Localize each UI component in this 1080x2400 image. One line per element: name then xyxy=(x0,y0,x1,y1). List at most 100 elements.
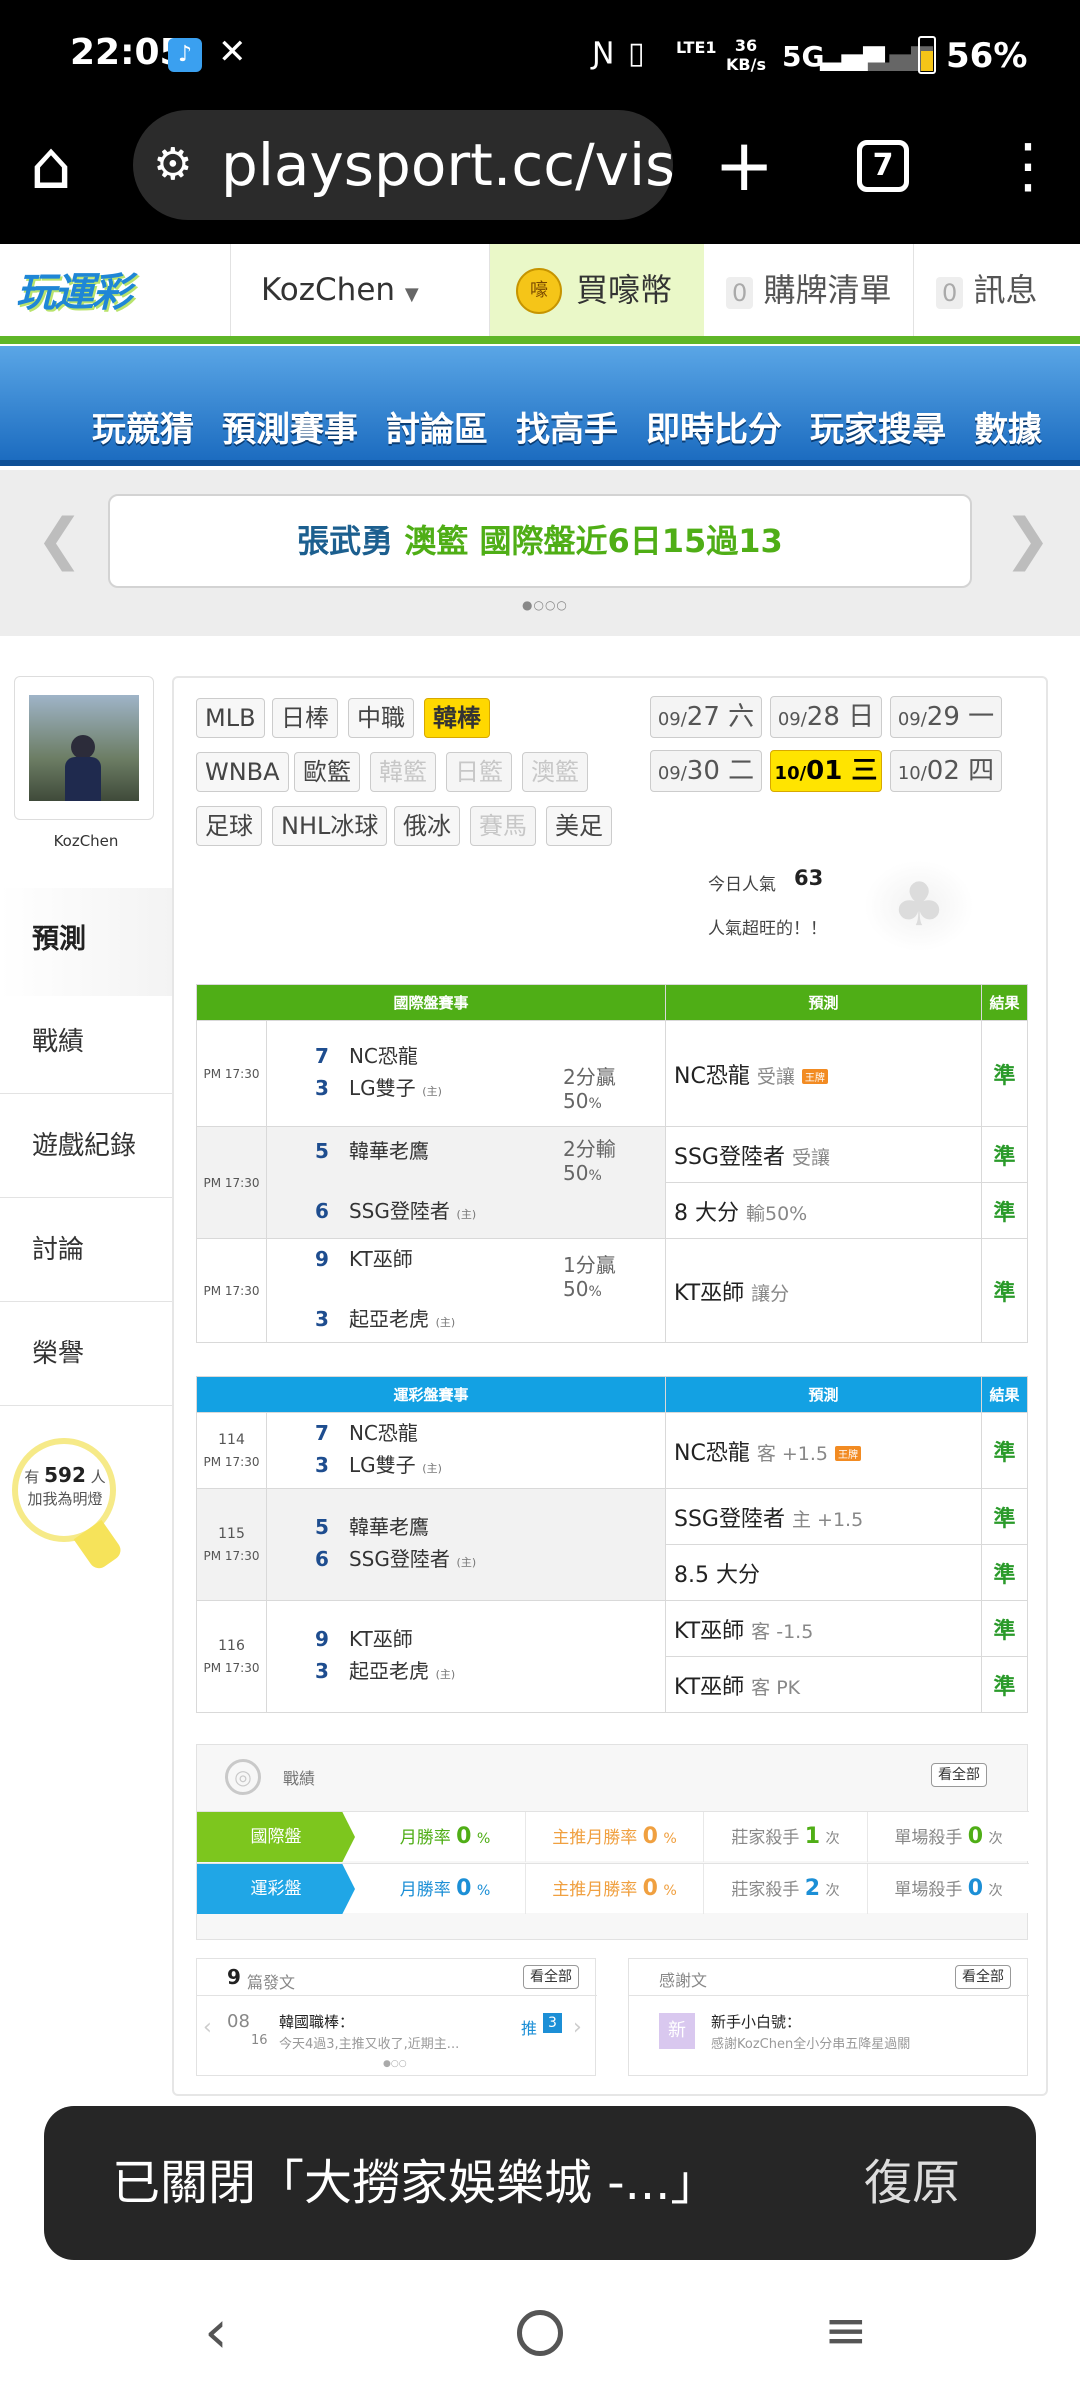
fans-suffix: 人 xyxy=(90,1468,106,1486)
post-title[interactable]: 韓國職棒： xyxy=(279,2011,354,2032)
odds-percent: 50 xyxy=(563,1089,589,1113)
site-settings-icon[interactable]: ⚙ xyxy=(153,110,192,220)
away-team[interactable]: 韓華老鷹 xyxy=(349,1139,429,1163)
nav-item-data[interactable]: 數據 xyxy=(974,402,1042,451)
chevron-left-icon[interactable]: ‹ xyxy=(203,2015,212,2040)
game-time: 115 PM 17:30 xyxy=(196,1488,267,1601)
league-tag-nfl[interactable]: 美足 xyxy=(546,806,612,846)
away-team[interactable]: KT巫師 xyxy=(349,1247,413,1271)
chevron-left-icon[interactable]: ❮ xyxy=(36,510,83,570)
home-team[interactable]: SSG登陸者 xyxy=(349,1199,450,1223)
main-nav: 玩競猜 預測賽事 討論區 找高手 即時比分 玩家搜尋 數據 xyxy=(0,346,1080,466)
thanks-view-all-button[interactable]: 看全部 xyxy=(955,1965,1011,1989)
away-number: 9 xyxy=(315,1626,329,1651)
banker-label: 莊家殺手 xyxy=(731,1828,800,1848)
avatar[interactable] xyxy=(14,676,154,820)
new-tab-icon[interactable]: + xyxy=(714,120,774,210)
league-tag-soccer[interactable]: 足球 xyxy=(196,806,262,846)
popularity-value: 63 xyxy=(794,866,824,890)
cart-link[interactable]: 0 購牌清單 xyxy=(704,244,914,336)
banner-slide[interactable]: 張武勇 澳籃 國際盤近6日15過13 xyxy=(108,494,972,588)
prediction-type: 輸50% xyxy=(746,1202,808,1225)
chevron-right-icon[interactable]: › xyxy=(573,2015,582,2040)
league-tag-cpbl[interactable]: 中職 xyxy=(348,698,414,738)
away-team[interactable]: KT巫師 xyxy=(349,1627,413,1651)
date-1001[interactable]: 10/01 三 xyxy=(770,750,882,792)
nav-item-forum[interactable]: 討論區 xyxy=(386,402,488,451)
date-0929[interactable]: 09/29 一 xyxy=(890,696,1002,738)
away-team[interactable]: 韓華老鷹 xyxy=(349,1515,429,1539)
prediction-type: 主 +1.5 xyxy=(791,1508,864,1531)
thanks-author[interactable]: 新手小白號： xyxy=(711,2011,801,2032)
home-icon[interactable]: ⌂ xyxy=(30,126,72,206)
date-weekday: 日 xyxy=(848,702,875,732)
record-label-intl: 國際盤 xyxy=(197,1812,355,1862)
home-team[interactable]: 起亞老虎 xyxy=(349,1659,429,1683)
url-bar[interactable]: ⚙ playsport.cc/visit xyxy=(133,110,673,220)
nav-item-guess[interactable]: 玩競猜 xyxy=(92,402,194,451)
date-0928[interactable]: 09/28 日 xyxy=(770,696,882,738)
date-day: 30 xyxy=(686,756,720,786)
tab-game-log[interactable]: 遊戲紀錄 xyxy=(0,1094,172,1198)
prediction-pick: KT巫師 xyxy=(674,1280,745,1306)
league-tag-mlb[interactable]: MLB xyxy=(196,698,265,738)
nav-item-predict[interactable]: 預測賽事 xyxy=(222,402,358,451)
record-single-killer: 單場殺手 0 次 xyxy=(867,1812,1029,1862)
away-team[interactable]: NC恐龍 xyxy=(349,1044,418,1068)
home-number: 3 xyxy=(315,1452,329,1477)
league-tag-khl[interactable]: 俄冰 xyxy=(394,806,460,846)
away-team[interactable]: NC恐龍 xyxy=(349,1421,418,1445)
nav-item-live-score[interactable]: 即時比分 xyxy=(646,402,782,451)
tab-switcher-button[interactable]: 7 xyxy=(857,140,909,192)
chevron-right-icon[interactable]: ❯ xyxy=(1004,510,1051,570)
undo-button[interactable]: 復原 xyxy=(864,2106,960,2260)
home-team[interactable]: LG雙子 xyxy=(349,1076,416,1100)
record-box: ◎ 戰績 看全部 國際盤 月勝率 0 % 主推月勝率 0 % 莊家殺手 1 次 … xyxy=(196,1744,1029,1940)
date-day: 27 xyxy=(686,702,720,732)
record-single-killer: 單場殺手 0 次 xyxy=(867,1864,1029,1914)
record-view-all-button[interactable]: 看全部 xyxy=(931,1763,987,1787)
tab-discussion[interactable]: 討論 xyxy=(0,1198,172,1302)
buy-coin-button[interactable]: 嚎 買嚎幣 xyxy=(490,244,704,336)
post-excerpt[interactable]: 今天4過3,主推又收了,近期主... xyxy=(279,2033,497,2052)
game-time: PM 17:30 xyxy=(196,1020,267,1127)
posts-view-all-button[interactable]: 看全部 xyxy=(523,1965,579,1989)
site-logo[interactable]: 玩運彩 xyxy=(16,260,172,320)
league-tag-kbo[interactable]: 韓棒 xyxy=(424,698,490,738)
nav-item-experts[interactable]: 找高手 xyxy=(516,402,618,451)
game-matchup: 5 韓華老鷹 6 SSG登陸者 (主) 2分輸 50% xyxy=(266,1126,666,1239)
league-tag-euro-basketball[interactable]: 歐籃 xyxy=(294,752,360,792)
messages-link[interactable]: 0 訊息 xyxy=(914,244,1080,336)
tab-honor[interactable]: 榮譽 xyxy=(0,1302,172,1406)
tab-predict[interactable]: 預測 xyxy=(0,888,172,996)
single-label: 單場殺手 xyxy=(894,1880,963,1900)
thanks-text[interactable]: 感謝KozChen全小分串五降星過關 xyxy=(711,2033,910,2052)
date-0930[interactable]: 09/30 二 xyxy=(650,750,762,792)
fans-prefix: 有 xyxy=(24,1468,40,1486)
result-badge: 準 xyxy=(981,1182,1028,1239)
home-team[interactable]: LG雙子 xyxy=(349,1453,416,1477)
date-1002[interactable]: 10/02 四 xyxy=(890,750,1002,792)
tab-record[interactable]: 戰績 xyxy=(0,990,172,1094)
posts-count: 9 xyxy=(227,1965,241,1989)
league-tag-kr-basketball: 韓籃 xyxy=(370,752,436,792)
single-label: 單場殺手 xyxy=(894,1828,963,1848)
banner-expert: 張武勇 xyxy=(297,522,394,560)
avatar-body xyxy=(65,757,101,801)
league-tag-jp-baseball[interactable]: 日棒 xyxy=(272,698,338,738)
league-tag-nhl[interactable]: NHL冰球 xyxy=(272,806,388,846)
result-badge: 準 xyxy=(981,1544,1028,1601)
home-team[interactable]: 起亞老虎 xyxy=(349,1307,429,1331)
user-menu[interactable]: KozChen ▼ xyxy=(230,244,490,336)
main-rate-unit: % xyxy=(663,1831,677,1847)
back-icon[interactable]: ‹ xyxy=(204,2292,228,2372)
league-tag-wnba[interactable]: WNBA xyxy=(196,752,289,792)
date-day: 29 xyxy=(926,702,960,732)
date-weekday: 四 xyxy=(968,756,995,786)
date-0927[interactable]: 09/27 六 xyxy=(650,696,762,738)
nav-item-player-search[interactable]: 玩家搜尋 xyxy=(810,402,946,451)
recents-icon[interactable]: ≡ xyxy=(824,2296,868,2366)
menu-icon[interactable]: ⋮ xyxy=(998,126,1058,206)
home-team[interactable]: SSG登陸者 xyxy=(349,1547,450,1571)
home-button-icon[interactable] xyxy=(517,2310,563,2356)
